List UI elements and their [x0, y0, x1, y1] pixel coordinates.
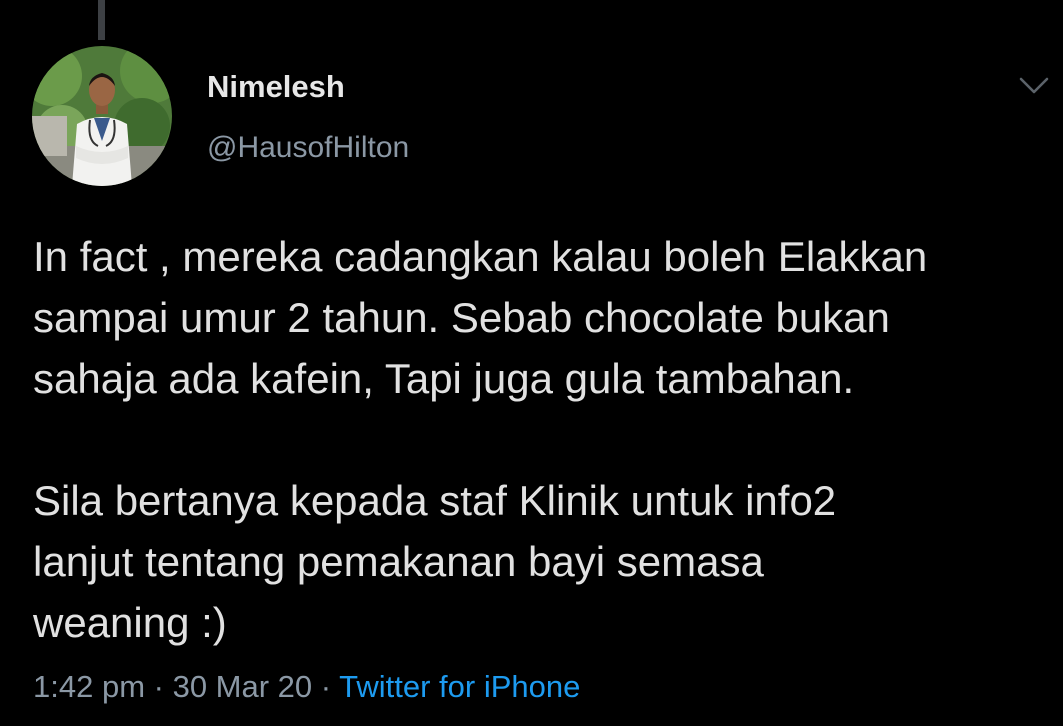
tweet-text: In fact , mereka cadangkan kalau boleh E…	[33, 226, 1053, 653]
tweet-text-line: sampai umur 2 tahun. Sebab chocolate buk…	[33, 294, 890, 341]
meta-separator: ·	[145, 669, 173, 704]
avatar-image	[32, 46, 172, 186]
author-handle[interactable]: @HausofHilton	[207, 131, 409, 165]
tweet-time[interactable]: 1:42 pm	[33, 669, 145, 704]
tweet-text-line: In fact , mereka cadangkan kalau boleh E…	[33, 233, 928, 280]
tweet-metadata: 1:42 pm · 30 Mar 20 · Twitter for iPhone	[33, 669, 580, 705]
tweet-text-line: weaning :)	[33, 599, 227, 646]
more-options-button[interactable]	[1014, 70, 1054, 102]
tweet-source-link[interactable]: Twitter for iPhone	[339, 669, 580, 704]
author-display-name[interactable]: Nimelesh	[207, 69, 345, 105]
tweet-text-line: Sila bertanya kepada staf Klinik untuk i…	[33, 477, 837, 524]
avatar[interactable]	[32, 46, 172, 186]
tweet-text-line: sahaja ada kafein, Tapi juga gula tambah…	[33, 355, 855, 402]
thread-connector-line	[98, 0, 105, 40]
tweet-date[interactable]: 30 Mar 20	[173, 669, 313, 704]
tweet-text-line: lanjut tentang pemakanan bayi semasa	[33, 538, 764, 585]
chevron-down-icon	[1019, 77, 1049, 94]
meta-separator: ·	[312, 669, 340, 704]
